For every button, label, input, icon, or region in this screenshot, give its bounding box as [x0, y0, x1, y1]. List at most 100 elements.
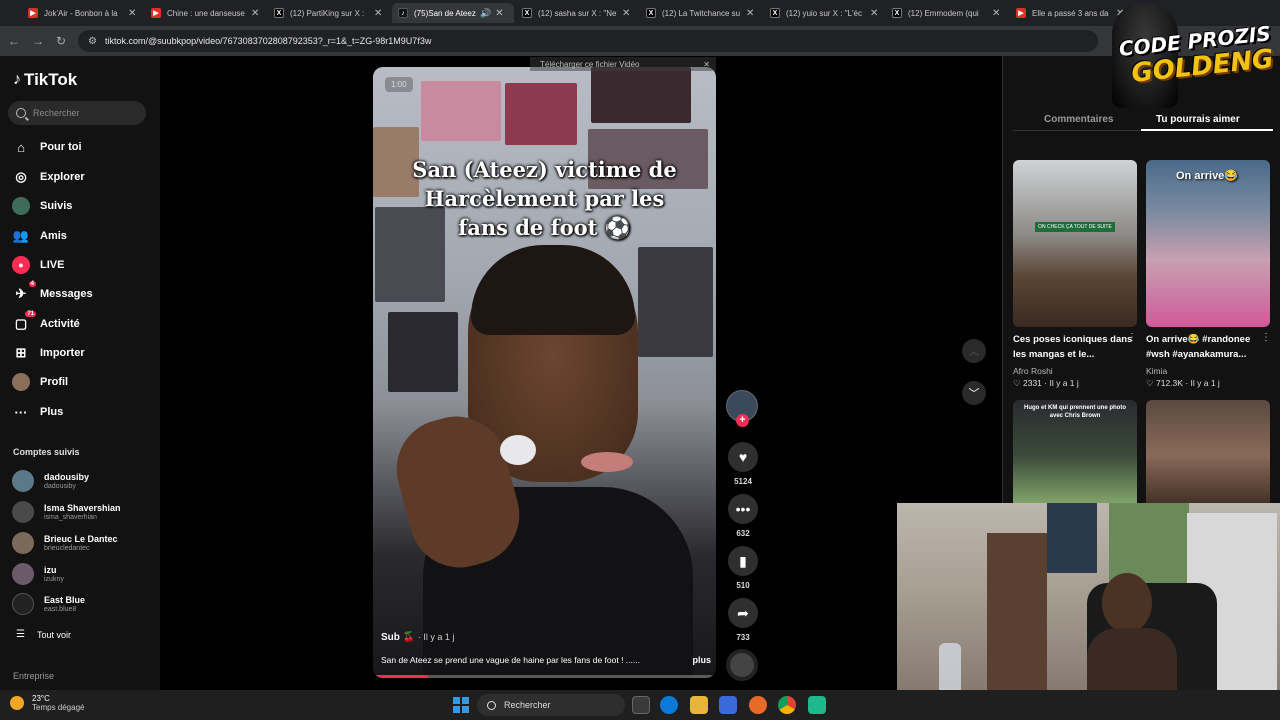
- thumbnail-overlay-text: Hugo et KM qui prennent une photo avec C…: [1024, 405, 1126, 419]
- previous-video-button[interactable]: ︿: [962, 339, 986, 363]
- followed-account[interactable]: izu izukny: [12, 563, 64, 585]
- related-video-author[interactable]: Kimia: [1146, 366, 1167, 376]
- x-icon: X: [892, 8, 902, 18]
- nav-upload[interactable]: ⊞ Importer: [12, 344, 85, 362]
- browser-tab[interactable]: ▶ Chine : une danseuse ✕: [145, 3, 267, 23]
- firefox-icon[interactable]: [749, 696, 767, 714]
- share-button[interactable]: ➦ 733: [727, 598, 759, 642]
- close-tab-icon[interactable]: ✕: [374, 8, 382, 19]
- forward-icon[interactable]: →: [32, 34, 44, 48]
- speaker-icon[interactable]: 🔊: [480, 8, 491, 19]
- download-video-banner[interactable]: Télécharger ce fichier Vidéo ✕: [530, 57, 716, 71]
- nav-messages[interactable]: ✈ 4 Messages: [12, 281, 93, 303]
- nav-profile[interactable]: Profil: [12, 373, 68, 391]
- related-video-author[interactable]: Afro Roshi: [1013, 366, 1053, 376]
- save-button[interactable]: ▮ 510: [727, 546, 759, 590]
- nav-activity[interactable]: ▢ 71 Activité: [12, 311, 80, 333]
- more-options-icon[interactable]: ⋮: [1127, 332, 1137, 343]
- video-caption-overlay: San (Ateez) victime de Harcèlement par l…: [412, 157, 677, 240]
- followed-account[interactable]: dadousiby dadousiby: [12, 470, 89, 492]
- wall-poster: [388, 312, 458, 392]
- heart-outline-icon: ♡: [1013, 378, 1021, 388]
- youtube-icon: ▶: [28, 8, 38, 18]
- close-tab-icon[interactable]: ✕: [746, 8, 754, 19]
- messages-icon: ✈ 4: [15, 281, 36, 301]
- browser-tab[interactable]: X (12) La Twitchance su ✕: [640, 3, 762, 23]
- app-icon[interactable]: [808, 696, 826, 714]
- reload-icon[interactable]: ↻: [56, 34, 66, 48]
- video-player[interactable]: 1:00 San (Ateez) victime de Harcèlement …: [373, 67, 716, 678]
- bookshelf: [987, 533, 1047, 713]
- follow-plus-icon[interactable]: +: [736, 414, 749, 427]
- browser-tab[interactable]: X (12) yuio sur X : "L'éc ✕: [764, 3, 886, 23]
- followed-account[interactable]: East Blue east.blue8: [12, 593, 85, 615]
- close-tab-icon[interactable]: ✕: [251, 8, 259, 19]
- close-tab-icon[interactable]: ✕: [495, 8, 503, 19]
- close-tab-icon[interactable]: ✕: [622, 8, 630, 19]
- weather-widget[interactable]: 23°C Temps dégagé: [10, 694, 84, 712]
- wall-poster: [1047, 503, 1097, 573]
- browser-tab[interactable]: ▶ Jok'Air - Bonbon à la ✕: [22, 3, 144, 23]
- followed-account[interactable]: Brieuc Le Dantec brieucledantec: [12, 532, 118, 554]
- followed-account[interactable]: Isma Shavershian isma_shaverhian: [12, 501, 121, 523]
- close-tab-icon[interactable]: ✕: [128, 8, 136, 19]
- activity-icon: ▢ 71: [14, 311, 36, 331]
- taskbar-search[interactable]: Rechercher: [477, 694, 625, 716]
- browser-tab[interactable]: X (12) sasha sur X : "Ne ✕: [516, 3, 638, 23]
- site-settings-icon[interactable]: ⚙: [88, 36, 97, 47]
- browser-tab-active[interactable]: ♪ (75)San de Ateez 🔊 ✕: [392, 3, 514, 23]
- related-video-thumbnail[interactable]: On arrive😂: [1146, 160, 1270, 327]
- like-button[interactable]: ♥ 5124: [727, 442, 759, 486]
- enterprise-link[interactable]: Entreprise: [13, 671, 54, 681]
- panel-tabs: Commentaires Tu pourrais aimer: [1013, 107, 1273, 131]
- nav-more[interactable]: ··· Plus: [12, 403, 64, 421]
- store-icon[interactable]: [719, 696, 737, 714]
- share-icon: ➦: [728, 598, 758, 628]
- search-input[interactable]: Rechercher: [8, 101, 146, 125]
- close-tab-icon[interactable]: ✕: [870, 8, 878, 19]
- video-progress-bar[interactable]: [373, 675, 716, 678]
- heart-outline-icon: ♡: [1146, 378, 1154, 388]
- tab-you-may-like[interactable]: Tu pourrais aimer: [1156, 114, 1240, 125]
- nav-explore[interactable]: ◎ Explorer: [12, 168, 84, 186]
- active-tab-indicator: [1141, 129, 1273, 131]
- more-options-icon[interactable]: ⋮: [1261, 332, 1271, 343]
- close-icon[interactable]: ✕: [703, 60, 710, 69]
- x-icon: X: [646, 8, 656, 18]
- nav-following[interactable]: Suivis: [12, 197, 72, 215]
- related-video-thumbnail[interactable]: [1146, 400, 1270, 510]
- close-tab-icon[interactable]: ✕: [992, 8, 1000, 19]
- wall-poster: [591, 67, 691, 123]
- related-video-thumbnail[interactable]: ON CHECK ÇA TOUT DE SUITE: [1013, 160, 1137, 327]
- comment-button[interactable]: ••• 632: [727, 494, 759, 538]
- video-description: San de Ateez se prend une vague de haine…: [381, 655, 711, 665]
- sponsor-logo-overlay: CODE PROZIS GOLDENG: [1108, 0, 1280, 110]
- tab-comments[interactable]: Commentaires: [1044, 114, 1113, 125]
- related-video-title[interactable]: Ces poses iconiques dans les mangas et l…: [1013, 332, 1137, 362]
- chrome-icon[interactable]: [778, 696, 796, 714]
- youtube-icon: ▶: [1016, 8, 1026, 18]
- task-view-icon[interactable]: [632, 696, 650, 714]
- video-author[interactable]: Sub 🍒 · Il y a 1 j: [381, 632, 454, 643]
- person-hair: [471, 245, 635, 335]
- nav-friends[interactable]: 👥 Amis: [12, 227, 67, 245]
- music-disc-icon[interactable]: [726, 649, 758, 681]
- more-link[interactable]: plus: [692, 655, 711, 665]
- related-video-thumbnail[interactable]: Hugo et KM qui prennent une photo avec C…: [1013, 400, 1137, 510]
- friends-icon: 👥: [12, 228, 30, 243]
- back-icon[interactable]: ←: [8, 34, 20, 48]
- video-progress-fill: [373, 675, 428, 678]
- windows-start-icon[interactable]: [453, 697, 469, 713]
- related-video-title[interactable]: On arrive😂 #randonee #wsh #ayanakamura..…: [1146, 332, 1270, 362]
- next-video-button[interactable]: ﹀: [962, 381, 986, 405]
- nav-for-you[interactable]: ⌂ Pour toi: [12, 138, 82, 156]
- tiktok-logo[interactable]: ♪ TikTok: [13, 70, 77, 90]
- browser-tab[interactable]: X (12) PartiKing sur X : ✕: [268, 3, 390, 23]
- address-bar[interactable]: ⚙ tiktok.com/@suubkpop/video/76730837028…: [78, 30, 1098, 52]
- edge-icon[interactable]: [660, 696, 678, 714]
- nav-live[interactable]: ● LIVE: [12, 256, 64, 274]
- file-explorer-icon[interactable]: [690, 696, 708, 714]
- browser-tab[interactable]: X (12) Emmodem (qui ✕: [886, 3, 1008, 23]
- wall-poster: [421, 81, 501, 141]
- see-all-link[interactable]: ☰ Tout voir: [16, 629, 71, 640]
